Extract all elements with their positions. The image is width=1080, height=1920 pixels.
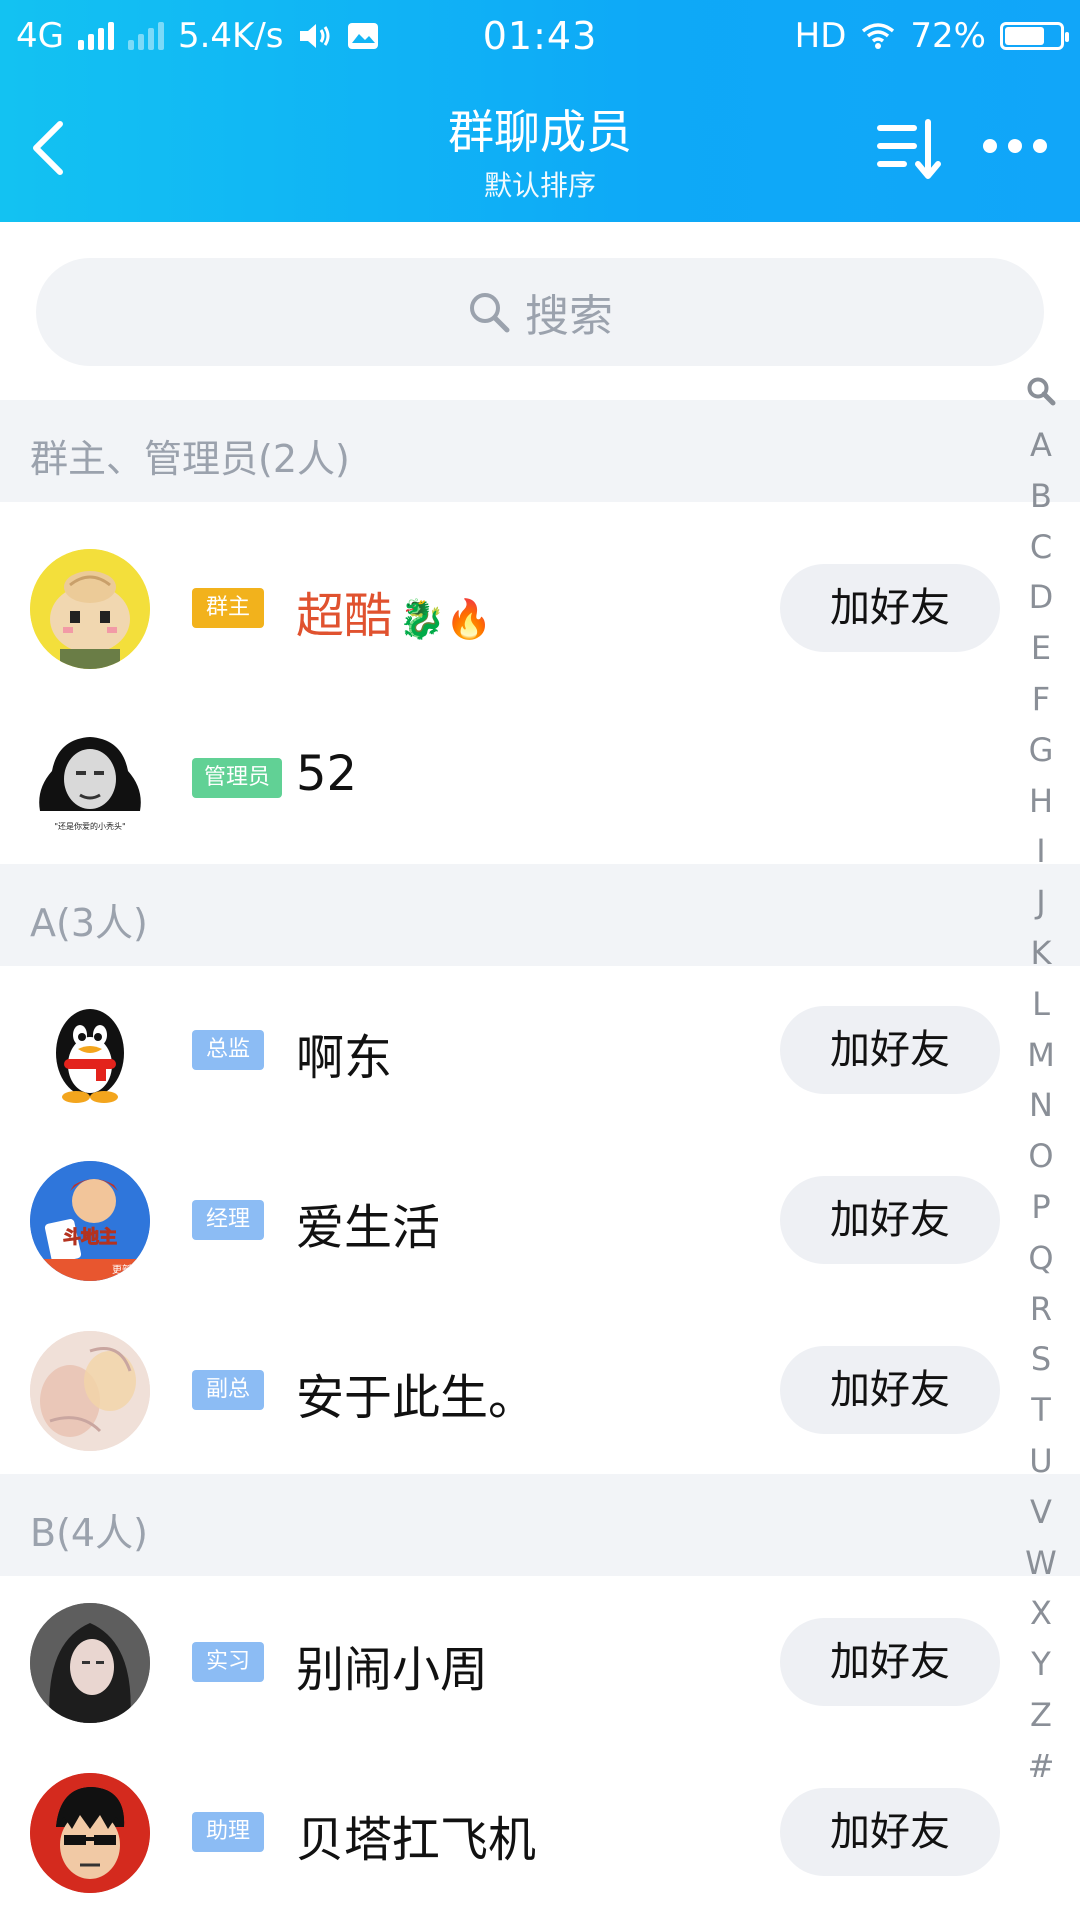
index-letter-r[interactable]: R [1025, 1284, 1057, 1335]
member-name: 爱生活 [296, 1188, 440, 1258]
role-badge: 实习 [192, 1642, 264, 1682]
sort-icon[interactable] [874, 114, 944, 184]
index-letter-f[interactable]: F [1025, 674, 1057, 725]
avatar-caption: "还是你爱的小秃头" [54, 821, 125, 831]
index-letters: A B C D E F G H I J K L M N O P Q R S T U V W X Y Z # [1025, 420, 1057, 1792]
alphabet-index[interactable]: A B C D E F G H I J K L M N O P Q R S T U V W X Y Z # [1016, 366, 1066, 1792]
section-header-admins: 群主、管理员(2人) [0, 400, 1080, 502]
index-letter-u[interactable]: U [1025, 1436, 1057, 1487]
status-right: HD 72% [794, 16, 1069, 56]
index-letter-w[interactable]: W [1025, 1538, 1057, 1589]
section-title: A(3人) [30, 901, 148, 945]
status-bar: 4G 5.4K/s 01:43 HD 72% [0, 0, 1080, 76]
index-search-icon[interactable] [1026, 366, 1056, 416]
index-letter-y[interactable]: Y [1025, 1639, 1057, 1690]
role-badge: 副总 [192, 1370, 264, 1410]
role-badge: 管理员 [192, 758, 283, 798]
avatar[interactable] [30, 1773, 150, 1893]
index-letter-k[interactable]: K [1025, 928, 1057, 979]
index-letter-a[interactable]: A [1025, 420, 1057, 471]
nav-bar: 群聊成员 默认排序 [0, 76, 1080, 222]
add-friend-button[interactable]: 加好友 [780, 1788, 1000, 1876]
member-row[interactable]: 实习 别闹小周 加好友 [0, 1578, 1000, 1748]
section-title: B(4人) [30, 1511, 148, 1555]
add-friend-button[interactable]: 加好友 [780, 1176, 1000, 1264]
index-letter-p[interactable]: P [1025, 1182, 1057, 1233]
avatar[interactable]: "还是你爱的小秃头" [30, 719, 150, 839]
role-badge: 经理 [192, 1200, 264, 1240]
hd-label: HD [794, 16, 847, 56]
battery-icon [1000, 22, 1069, 50]
index-letter-c[interactable]: C [1025, 522, 1057, 573]
avatar[interactable] [30, 1331, 150, 1451]
avatar-game-logo: 斗地主 [63, 1226, 117, 1248]
index-letter-g[interactable]: G [1025, 725, 1057, 776]
member-name-text: 52 [296, 746, 358, 802]
index-letter-z[interactable]: Z [1025, 1690, 1057, 1741]
member-name: 啊东 [296, 1018, 392, 1088]
section-header-b: B(4人) [0, 1474, 1080, 1576]
member-name: 超酷 🐉🔥 [296, 576, 493, 646]
avatar[interactable] [30, 991, 150, 1111]
member-name: 别闹小周 [296, 1630, 488, 1700]
avatar[interactable]: 斗地主 更新 [30, 1161, 150, 1281]
search-input[interactable]: 搜索 [36, 258, 1044, 366]
add-friend-button[interactable]: 加好友 [780, 1618, 1000, 1706]
wifi-icon [862, 23, 895, 49]
add-friend-button[interactable]: 加好友 [780, 564, 1000, 652]
member-name-text: 爱生活 [296, 1200, 441, 1256]
index-letter-l[interactable]: L [1025, 979, 1057, 1030]
role-badge: 群主 [192, 588, 264, 628]
more-dots-icon[interactable] [980, 126, 1050, 166]
member-name-text: 别闹小周 [296, 1642, 489, 1698]
member-name-text: 贝塔扛飞机 [296, 1812, 537, 1868]
section-title: 群主、管理员(2人) [30, 437, 350, 481]
member-name-text: 超酷 [296, 588, 393, 644]
index-letter-i[interactable]: I [1025, 826, 1057, 877]
index-letter-d[interactable]: D [1025, 572, 1057, 623]
role-badge: 助理 [192, 1812, 264, 1852]
section-header-a: A(3人) [0, 864, 1080, 966]
member-row[interactable]: 总监 啊东 加好友 [0, 966, 1000, 1136]
member-name-emoji: 🐉🔥 [398, 597, 493, 641]
role-badge: 总监 [192, 1030, 264, 1070]
header: 4G 5.4K/s 01:43 HD 72% 群聊成员 默认排序 [0, 0, 1080, 222]
battery-percent: 72% [910, 16, 986, 56]
member-row[interactable]: 群主 超酷 🐉🔥 加好友 [0, 524, 1000, 694]
member-row[interactable]: 副总 安于此生。 加好友 [0, 1306, 1000, 1476]
avatar-game-tag: 更新 [112, 1263, 132, 1276]
index-letter-s[interactable]: S [1025, 1334, 1057, 1385]
avatar[interactable] [30, 1603, 150, 1723]
search-icon [470, 293, 510, 333]
index-letter-b[interactable]: B [1025, 471, 1057, 522]
member-row[interactable]: "还是你爱的小秃头" 管理员 52 [0, 694, 1000, 864]
index-letter-n[interactable]: N [1025, 1080, 1057, 1131]
index-letter-t[interactable]: T [1025, 1385, 1057, 1436]
search-placeholder: 搜索 [525, 291, 613, 342]
index-letter-x[interactable]: X [1025, 1588, 1057, 1639]
index-letter-hash[interactable]: # [1025, 1741, 1057, 1792]
member-row[interactable]: 助理 贝塔扛飞机 加好友 [0, 1748, 1000, 1918]
member-name: 安于此生。 [296, 1358, 536, 1428]
add-friend-button[interactable]: 加好友 [780, 1006, 1000, 1094]
member-name: 52 [296, 746, 357, 802]
index-letter-e[interactable]: E [1025, 623, 1057, 674]
index-letter-o[interactable]: O [1025, 1131, 1057, 1182]
index-letter-v[interactable]: V [1025, 1487, 1057, 1538]
index-letter-h[interactable]: H [1025, 776, 1057, 827]
member-row[interactable]: 斗地主 更新 经理 爱生活 加好友 [0, 1136, 1000, 1306]
member-name-text: 安于此生。 [296, 1370, 537, 1426]
member-name-text: 啊东 [296, 1030, 393, 1086]
member-name: 贝塔扛飞机 [296, 1800, 536, 1870]
index-letter-j[interactable]: J [1025, 877, 1057, 928]
avatar[interactable] [30, 549, 150, 669]
search-area: 搜索 [0, 222, 1080, 400]
index-letter-m[interactable]: M [1025, 1030, 1057, 1081]
add-friend-button[interactable]: 加好友 [780, 1346, 1000, 1434]
index-letter-q[interactable]: Q [1025, 1233, 1057, 1284]
